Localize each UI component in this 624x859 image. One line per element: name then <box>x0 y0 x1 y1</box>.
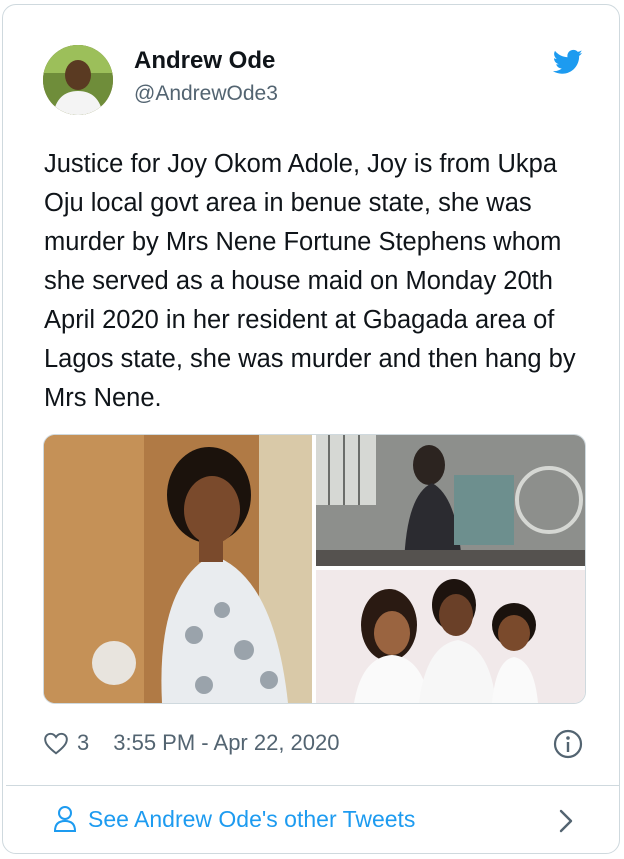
photo-family <box>316 570 585 703</box>
photo-girl-in-room <box>316 435 585 566</box>
tweet-card: Andrew Ode @AndrewOde3 Justice for Joy O… <box>2 4 620 854</box>
footer-divider <box>6 785 620 786</box>
chevron-right-icon[interactable] <box>557 808 575 834</box>
author-name[interactable]: Andrew Ode <box>134 47 275 75</box>
photo-woman-portrait <box>44 435 312 703</box>
see-other-tweets-label: See Andrew Ode's other Tweets <box>88 805 416 832</box>
info-icon[interactable] <box>553 729 583 759</box>
tweet-media-grid[interactable] <box>43 434 586 704</box>
heart-icon[interactable] <box>43 731 69 755</box>
like-count[interactable]: 3 <box>77 730 89 756</box>
see-other-tweets-link[interactable]: See Andrew Ode's other Tweets <box>53 805 415 833</box>
twitter-bird-icon[interactable] <box>553 47 583 77</box>
tweet-meta: 3 3:55 PM - Apr 22, 2020 <box>43 727 340 759</box>
tweet-timestamp[interactable]: 3:55 PM - Apr 22, 2020 <box>113 730 339 756</box>
avatar[interactable] <box>43 45 113 115</box>
person-icon <box>53 806 77 832</box>
author-handle[interactable]: @AndrewOde3 <box>134 82 278 106</box>
tweet-text: Justice for Joy Okom Adole, Joy is from … <box>44 150 576 412</box>
